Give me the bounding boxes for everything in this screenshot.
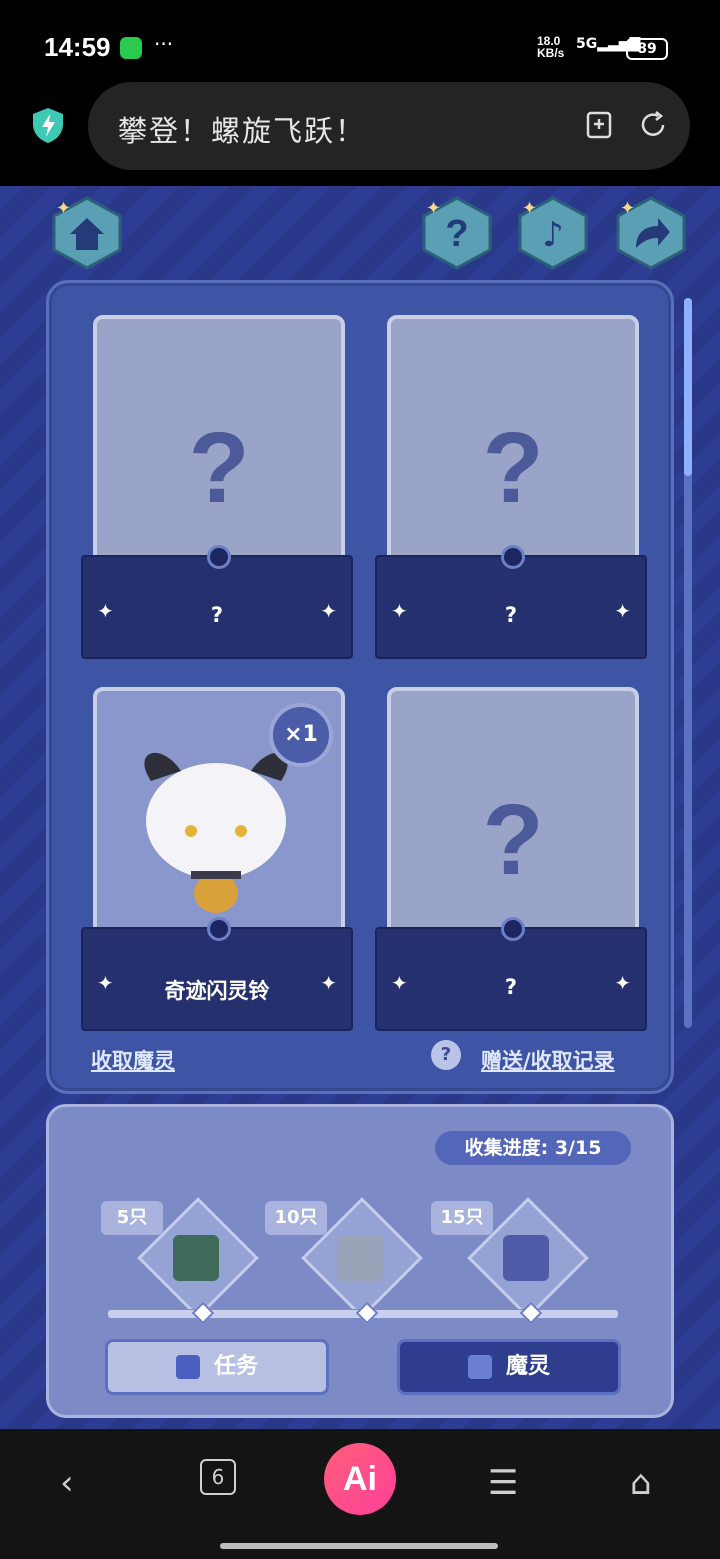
progress-badge: 收集进度: 3/15 xyxy=(435,1131,631,1165)
spirits-tab-label: 魔灵 xyxy=(505,1354,550,1379)
plate-dot xyxy=(207,545,231,569)
reward-milestone[interactable]: 10只 xyxy=(265,1197,425,1319)
card-slot[interactable]: ? ✦ ? ✦ xyxy=(375,687,647,1031)
card-plate: ✦ ? ✦ xyxy=(81,545,353,659)
tasks-tab-label: 任务 xyxy=(213,1354,258,1379)
folder-icon xyxy=(467,1355,492,1379)
card-collection-panel: ? ✦ ? ✦ ? ✦ ? ✦ ×1 ✦ 奇迹闪灵铃 ✦ ? ✦ ? ✦ 收取魔… xyxy=(46,280,674,1094)
tabs-button[interactable]: 6 xyxy=(200,1459,236,1495)
card-slot[interactable]: ×1 ✦ 奇迹闪灵铃 ✦ xyxy=(81,687,353,1031)
menu-icon[interactable]: ☰ xyxy=(488,1463,518,1503)
reward-threshold: 15只 xyxy=(431,1201,493,1235)
share-button[interactable]: ✦ xyxy=(614,196,688,270)
status-bar: 14:59 ··· 18.0 KB/s 5G▂▃▅▇ 89 xyxy=(0,0,720,80)
tasks-tab[interactable]: 任务 xyxy=(105,1339,329,1395)
svg-text:✦: ✦ xyxy=(522,198,537,219)
book-icon xyxy=(173,1235,219,1281)
plate-dot xyxy=(501,917,525,941)
plate-dot xyxy=(501,545,525,569)
card-name: ? xyxy=(504,975,518,999)
sparkle-icon: ✦ xyxy=(320,599,337,623)
progress-value: 3/15 xyxy=(554,1137,602,1159)
svg-text:?: ? xyxy=(445,213,468,255)
help-button[interactable]: ? ✦ xyxy=(420,196,494,270)
collection-progress-panel: 收集进度: 3/15 5只 10只 15只 任务 魔灵 xyxy=(46,1104,674,1418)
ai-button[interactable]: Ai xyxy=(324,1443,396,1515)
back-icon[interactable]: ‹ xyxy=(60,1463,74,1503)
cat-box-icon xyxy=(503,1235,549,1281)
card-name: ? xyxy=(210,603,224,627)
unknown-icon: ? xyxy=(482,784,544,896)
network-speed: 18.0 KB/s xyxy=(537,34,565,60)
card-name: 奇迹闪灵铃 xyxy=(164,979,270,1003)
svg-text:✦: ✦ xyxy=(56,198,71,219)
unknown-icon: ? xyxy=(188,412,250,524)
more-notifications-icon: ··· xyxy=(154,32,174,56)
reward-milestone[interactable]: 5只 xyxy=(101,1197,261,1319)
reward-milestone[interactable]: 15只 xyxy=(431,1197,591,1319)
svg-text:✦: ✦ xyxy=(620,198,635,219)
card-slot[interactable]: ? ✦ ? ✦ xyxy=(375,315,647,659)
home-button[interactable]: ✦ xyxy=(50,196,124,270)
gift-record-link[interactable]: 赠送/收取记录 xyxy=(481,1045,615,1075)
unknown-icon: ? xyxy=(482,412,544,524)
progress-label: 收集进度: xyxy=(464,1137,549,1159)
task-icon xyxy=(175,1355,200,1379)
card-slot[interactable]: ? ✦ ? ✦ xyxy=(81,315,353,659)
help-icon[interactable]: ? xyxy=(431,1040,461,1070)
browser-nav-bar: ‹ 6 Ai ☰ ⌂ xyxy=(0,1429,720,1559)
clock: 14:59 xyxy=(44,32,111,62)
shield-icon[interactable] xyxy=(30,106,66,144)
svg-text:♪: ♪ xyxy=(542,215,564,255)
scrollbar-thumb[interactable] xyxy=(684,298,692,476)
reward-threshold: 5只 xyxy=(101,1201,163,1235)
bookmark-add-icon[interactable] xyxy=(584,110,614,140)
card-name: ? xyxy=(504,603,518,627)
home-indicator xyxy=(220,1543,498,1549)
wechat-icon xyxy=(120,37,142,59)
card-plate: ✦ ? ✦ xyxy=(375,545,647,659)
card-plate: ✦ 奇迹闪灵铃 ✦ xyxy=(81,917,353,1031)
page-title: 攀登！螺旋飞跃！ xyxy=(118,114,367,148)
plate-dot xyxy=(207,917,231,941)
scrollbar[interactable] xyxy=(684,298,692,1028)
svg-text:✦: ✦ xyxy=(426,198,441,219)
game-area: ✦ ? ✦ ♪ ✦ ✦ ? ✦ ? ✦ ? ✦ ? ✦ ×1 ✦ 奇迹闪灵铃 ✦… xyxy=(0,186,720,1429)
reward-threshold: 10只 xyxy=(265,1201,327,1235)
sparkle-icon: ✦ xyxy=(614,599,631,623)
home-icon[interactable]: ⌂ xyxy=(630,1463,652,1503)
card-plate: ✦ ? ✦ xyxy=(375,917,647,1031)
spirits-tab[interactable]: 魔灵 xyxy=(397,1339,621,1395)
refresh-icon[interactable] xyxy=(638,110,668,140)
count-badge: ×1 xyxy=(269,703,333,767)
collect-spirit-link[interactable]: 收取魔灵 xyxy=(91,1045,175,1075)
music-button[interactable]: ♪ ✦ xyxy=(516,196,590,270)
sparkle-icon: ✦ xyxy=(614,971,631,995)
hourglass-icon xyxy=(337,1235,383,1281)
address-bar[interactable]: 攀登！螺旋飞跃！ xyxy=(88,82,690,170)
sparkle-icon: ✦ xyxy=(320,971,337,995)
battery-indicator: 89 xyxy=(626,38,668,60)
